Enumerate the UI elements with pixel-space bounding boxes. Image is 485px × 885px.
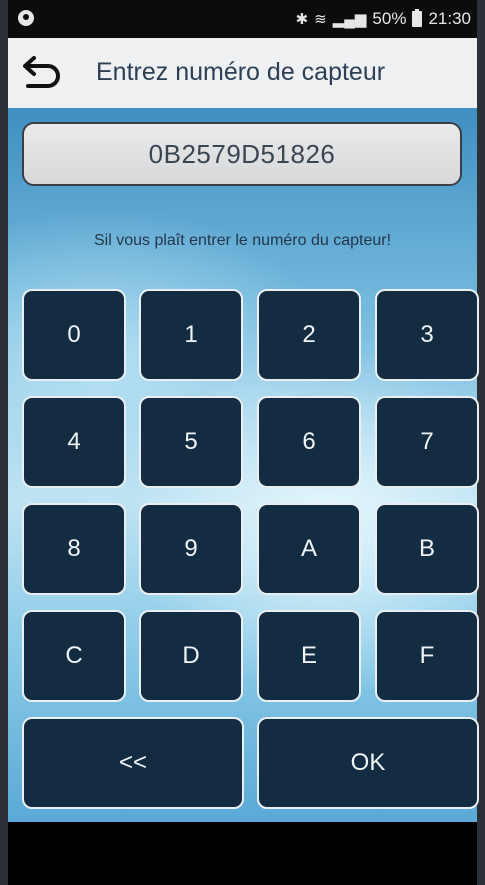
status-icons: ✱ ≋ ▂▄▆ 50% 21:30 bbox=[296, 9, 471, 29]
main-content: 0B2579D51826 Sil vous plaît entrer le nu… bbox=[8, 108, 479, 822]
page-title: Entrez numéro de capteur bbox=[96, 58, 386, 86]
key-8[interactable]: 8 bbox=[22, 503, 126, 595]
key-6[interactable]: 6 bbox=[257, 396, 361, 488]
wifi-icon: ≋ bbox=[314, 10, 327, 28]
key-7[interactable]: 7 bbox=[375, 396, 479, 488]
signal-icon: ▂▄▆ bbox=[332, 10, 367, 28]
battery-percent: 50% bbox=[372, 9, 407, 28]
key-9[interactable]: 9 bbox=[139, 503, 243, 595]
ok-button[interactable]: OK bbox=[257, 717, 479, 809]
key-d[interactable]: D bbox=[139, 610, 243, 702]
key-0[interactable]: 0 bbox=[22, 289, 126, 381]
battery-icon bbox=[412, 9, 423, 27]
device-frame-left bbox=[0, 0, 8, 885]
sensor-number-display[interactable]: 0B2579D51826 bbox=[22, 122, 462, 186]
key-5[interactable]: 5 bbox=[139, 396, 243, 488]
key-c[interactable]: C bbox=[22, 610, 126, 702]
app-header: Entrez numéro de capteur bbox=[8, 38, 477, 109]
clock: 21:30 bbox=[428, 9, 471, 28]
key-2[interactable]: 2 bbox=[257, 289, 361, 381]
key-4[interactable]: 4 bbox=[22, 396, 126, 488]
notification-icon bbox=[18, 10, 34, 26]
status-bar: ✱ ≋ ▂▄▆ 50% 21:30 bbox=[8, 0, 477, 38]
key-e[interactable]: E bbox=[257, 610, 361, 702]
key-1[interactable]: 1 bbox=[139, 289, 243, 381]
key-3[interactable]: 3 bbox=[375, 289, 479, 381]
key-f[interactable]: F bbox=[375, 610, 479, 702]
key-a[interactable]: A bbox=[257, 503, 361, 595]
back-arrow-icon[interactable] bbox=[20, 56, 64, 92]
bluetooth-icon: ✱ bbox=[295, 10, 309, 28]
bottom-bar bbox=[8, 822, 477, 885]
instruction-text: Sil vous plaît entrer le numéro du capte… bbox=[93, 232, 392, 249]
key-b[interactable]: B bbox=[375, 503, 479, 595]
backspace-button[interactable]: << bbox=[22, 717, 244, 809]
